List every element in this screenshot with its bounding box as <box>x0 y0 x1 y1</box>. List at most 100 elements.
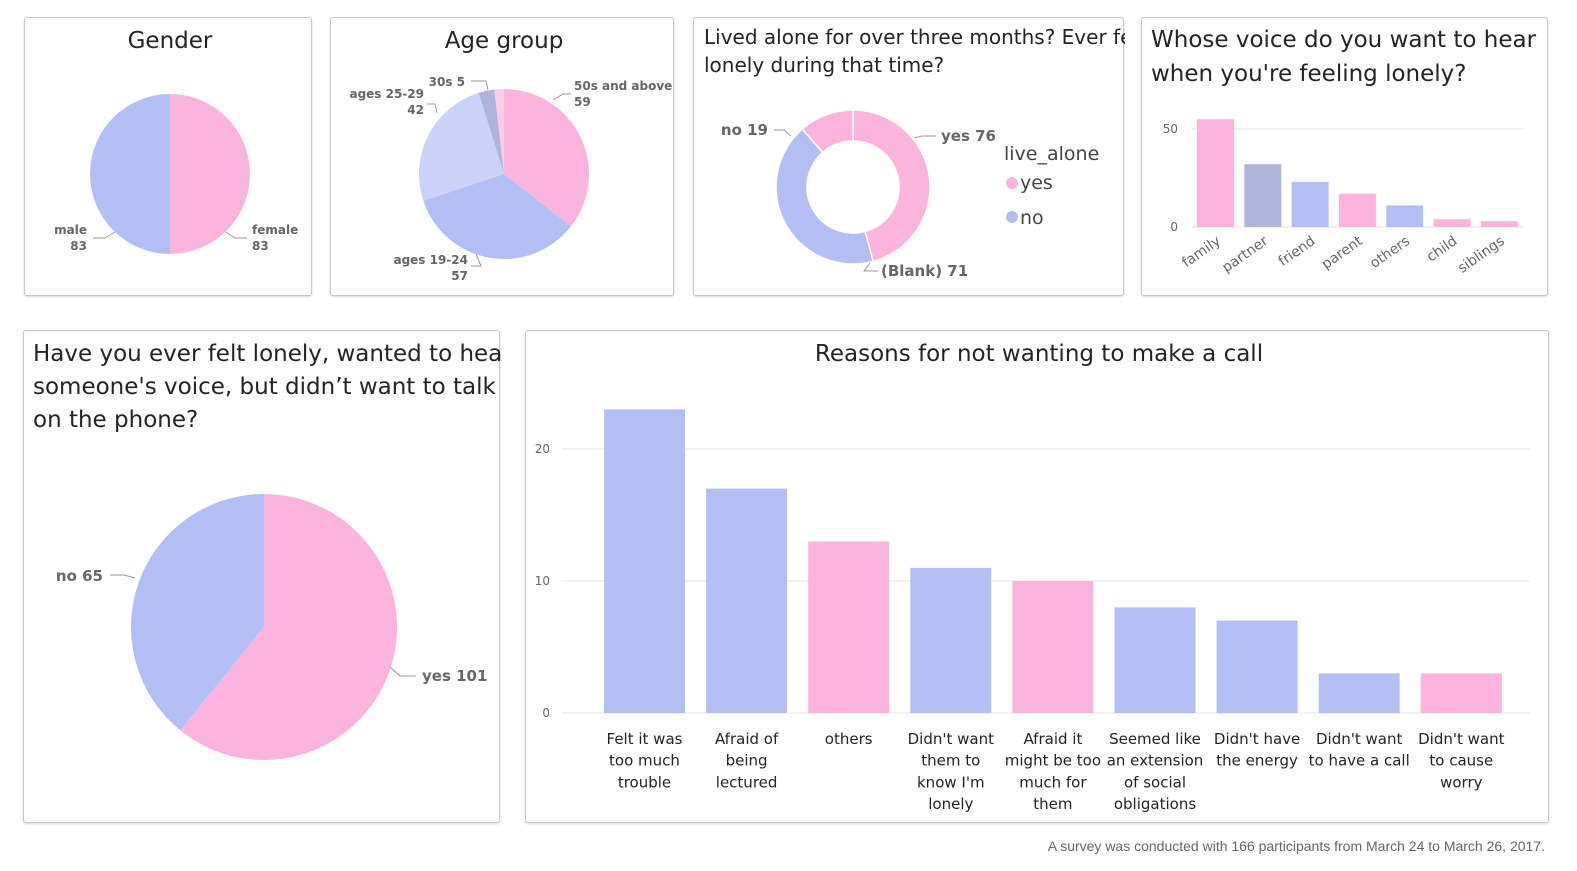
x-tick-label: them to <box>921 752 980 770</box>
gender-pie-chart: Gender female 83 male 83 <box>54 28 298 254</box>
x-tick-label: Didn't want <box>1316 730 1402 748</box>
x-tick-label: Afraid it <box>1023 730 1082 748</box>
x-tick-label: lectured <box>716 773 778 791</box>
legend-yes-swatch <box>1006 177 1018 189</box>
y-tick-label: 10 <box>535 574 550 588</box>
x-tick-label: of social <box>1124 773 1186 791</box>
bar-5 <box>1012 581 1094 713</box>
bar-9 <box>1420 673 1502 713</box>
age-group-card: Age group 50s and above 59 ages 19-24 57 age… <box>330 17 674 296</box>
x-tick-label: partner <box>1219 233 1271 276</box>
bar-2 <box>706 488 788 713</box>
leader-line <box>552 93 571 101</box>
leader-line <box>427 103 438 114</box>
x-tick-label: know I'm <box>917 773 985 791</box>
slice-label-female: female <box>252 223 298 237</box>
slice-value-male: 83 <box>70 239 87 253</box>
x-tick-label: Didn't want <box>1418 730 1504 748</box>
chart-title-line-2: someone's voice, but didn’t want to talk <box>33 374 497 400</box>
leader-line <box>471 253 482 267</box>
x-tick-label: too much <box>609 752 680 770</box>
x-tick-label: family <box>1179 233 1224 271</box>
footnote: A survey was conducted with 166 particip… <box>1047 838 1545 854</box>
reasons-card: Reasons for not wanting to make a call 0… <box>525 330 1549 823</box>
legend-yes-label: yes <box>1020 172 1053 194</box>
x-tick-label: the energy <box>1216 752 1298 770</box>
bar-4 <box>910 567 992 713</box>
x-tick-label: Didn't have <box>1214 730 1300 748</box>
slice-label-25-29: ages 25-29 <box>349 87 424 101</box>
age-group-pie-chart: Age group 50s and above 59 ages 19-24 57 age… <box>349 28 672 283</box>
bar-3 <box>808 541 890 713</box>
bar-partner <box>1244 164 1282 227</box>
chart-title: Gender <box>128 28 213 54</box>
slice-label-male: male <box>54 223 87 237</box>
slice-value-25-29: 42 <box>407 103 424 117</box>
y-tick-label: 0 <box>542 706 550 720</box>
bar-others <box>1386 205 1424 227</box>
x-tick-label: trouble <box>618 773 671 791</box>
x-tick-label: Felt it was <box>607 730 683 748</box>
x-tick-label: much for <box>1019 773 1087 791</box>
reasons-bar-chart: Reasons for not wanting to make a call 0… <box>535 341 1530 813</box>
bar-friend <box>1291 181 1329 227</box>
legend-title: live_alone <box>1004 143 1099 165</box>
slice-label-yes: yes 101 <box>422 667 487 685</box>
x-tick-label: friend <box>1276 233 1319 270</box>
bar-family <box>1197 119 1234 227</box>
y-tick-label: 0 <box>1170 220 1178 234</box>
slice-label-no: no 65 <box>56 567 103 585</box>
chart-title-line-2: lonely during that time? <box>704 53 944 77</box>
whose-voice-card: Whose voice do you want to hear when you… <box>1141 17 1548 296</box>
x-tick-label: Afraid of <box>715 730 779 748</box>
x-tick-label: others <box>1367 233 1413 272</box>
x-tick-label: Didn't want <box>908 730 994 748</box>
felt-lonely-pie-chart: Have you ever felt lonely, wanted to hea… <box>33 341 501 760</box>
chart-title: Reasons for not wanting to make a call <box>815 341 1263 367</box>
slice-label-blank: (Blank) 71 <box>881 262 968 280</box>
x-tick-label: to have a call <box>1309 752 1410 770</box>
chart-title-line-1: Whose voice do you want to hear <box>1151 27 1537 53</box>
chart-title-line-1: Have you ever felt lonely, wanted to hea… <box>33 341 501 367</box>
legend-no-label: no <box>1020 207 1044 229</box>
slice-label-no: no 19 <box>721 121 768 139</box>
bar-1 <box>604 409 685 713</box>
x-tick-label: worry <box>1440 773 1483 791</box>
y-tick-label: 20 <box>535 442 550 456</box>
y-tick-label: 50 <box>1163 122 1178 136</box>
x-tick-label: child <box>1424 233 1460 265</box>
x-tick-label: Seemed like <box>1109 730 1201 748</box>
x-tick-label: lonely <box>928 795 973 813</box>
gender-card: Gender female 83 male 83 <box>24 17 312 296</box>
x-tick-label: parent <box>1319 233 1366 273</box>
leader-line <box>110 574 136 579</box>
slice-value-50s: 59 <box>574 95 591 109</box>
x-tick-label: to cause <box>1429 752 1493 770</box>
lived-alone-card: Lived alone for over three months? Ever … <box>693 17 1125 296</box>
legend-no-swatch <box>1006 211 1018 223</box>
leader-line <box>913 135 936 139</box>
chart-title-line-2: when you're feeling lonely? <box>1151 61 1467 87</box>
slice-value-female: 83 <box>252 239 269 253</box>
slice-label-50s: 50s and above <box>574 79 672 93</box>
bar-8 <box>1318 673 1400 713</box>
x-tick-label: an extension <box>1107 752 1204 770</box>
bar-child <box>1433 219 1471 227</box>
leader-line <box>863 262 878 272</box>
leader-line <box>774 129 792 137</box>
x-tick-label: being <box>726 752 768 770</box>
bar-7 <box>1216 620 1298 713</box>
leader-line <box>93 231 116 239</box>
bar-6 <box>1114 607 1196 713</box>
pie-slice-male <box>90 94 170 254</box>
slice-value-19-24: 57 <box>451 269 468 283</box>
chart-title: Age group <box>445 28 564 54</box>
chart-title-line-1: Lived alone for over three months? Ever … <box>704 25 1125 49</box>
chart-title-line-3: on the phone? <box>33 407 198 433</box>
bar-parent <box>1338 193 1376 227</box>
x-tick-label: them <box>1033 795 1072 813</box>
x-tick-label: obligations <box>1114 795 1196 813</box>
whose-voice-bar-chart: Whose voice do you want to hear when you… <box>1151 27 1537 277</box>
slice-label-yes: yes 76 <box>941 127 996 145</box>
bar-siblings <box>1480 221 1518 227</box>
